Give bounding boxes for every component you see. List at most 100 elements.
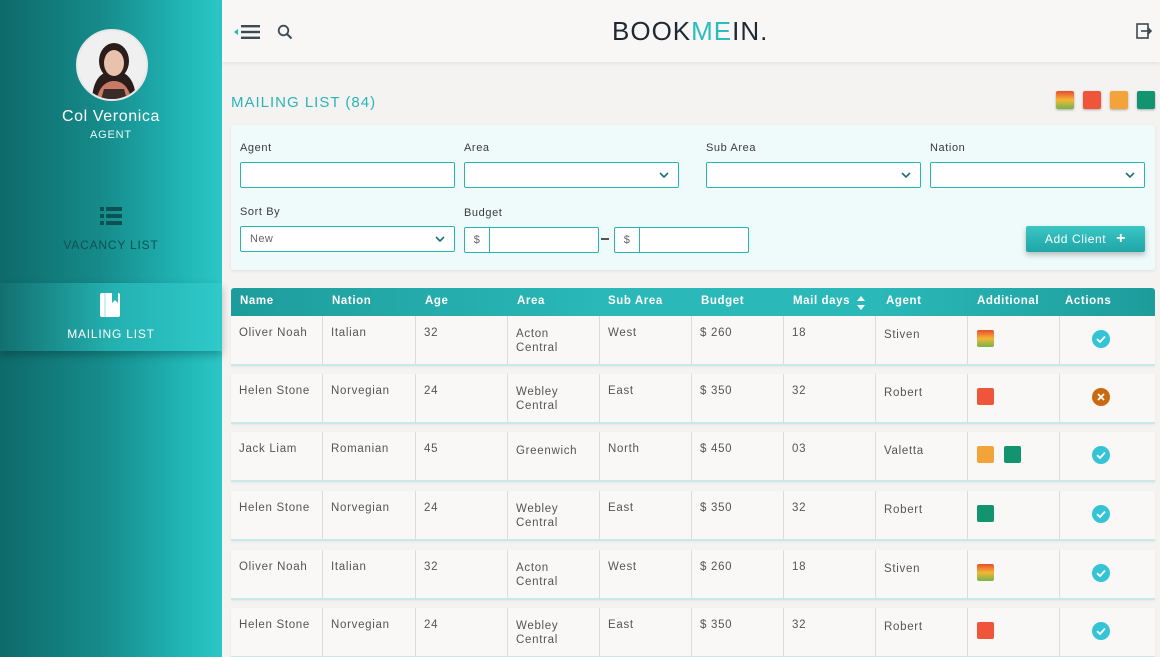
table-cell <box>784 432 876 480</box>
cell-name: Oliver Noah <box>239 561 308 573</box>
approve-check-icon[interactable] <box>1092 505 1110 523</box>
legend-orange-swatch[interactable] <box>1110 91 1128 109</box>
cell-subarea: North <box>608 443 640 455</box>
table-cell <box>692 550 784 598</box>
table-row[interactable]: Oliver Noah Italian 32 Acton Central West $ 26… <box>231 316 1155 366</box>
sidebar-item-vacancy-list[interactable]: VACANCY LIST <box>0 195 222 265</box>
table-cell <box>416 608 508 656</box>
approve-check-icon[interactable] <box>1092 622 1110 640</box>
table-cell <box>323 374 416 422</box>
table-row[interactable]: Oliver Noah Italian 32 Acton Central West $ 26… <box>231 550 1155 600</box>
cell-area-line2: Central <box>516 517 558 529</box>
list-icon <box>100 207 122 225</box>
currency-symbol: $ <box>465 228 490 252</box>
table-cell <box>416 316 508 364</box>
area-select[interactable] <box>464 162 679 188</box>
add-client-label: Add Client <box>1044 232 1107 246</box>
table-cell <box>692 374 784 422</box>
cell-age: 24 <box>424 385 439 397</box>
cell-budget: $ 260 <box>700 561 733 573</box>
column-header-agent[interactable]: Agent <box>886 295 922 307</box>
additional-gradient-swatch <box>977 330 994 347</box>
table-cell <box>784 550 876 598</box>
table-cell <box>784 608 876 656</box>
additional-red-swatch <box>977 622 994 639</box>
column-header-additional[interactable]: Additional <box>977 295 1039 307</box>
search-icon[interactable] <box>277 24 293 40</box>
sidebar-item-mailing-list[interactable]: MAILING LIST <box>0 283 222 351</box>
cell-nation: Italian <box>331 327 367 339</box>
app-logo: BOOKMEIN. <box>612 16 769 46</box>
agent-input[interactable] <box>240 162 455 188</box>
nation-select[interactable] <box>930 162 1145 188</box>
reject-cancel-icon[interactable] <box>1092 388 1110 406</box>
cell-subarea: East <box>608 502 634 514</box>
budget-label: Budget <box>464 207 503 219</box>
cell-budget: $ 260 <box>700 327 733 339</box>
table-cell <box>692 432 784 480</box>
cell-area-line2: Central <box>516 634 558 646</box>
column-header-maildays[interactable]: Mail days <box>793 295 850 307</box>
cell-maildays: 32 <box>792 619 807 631</box>
column-header-area[interactable]: Area <box>517 295 545 307</box>
user-name: Col Veronica <box>62 108 160 125</box>
menu-toggle-icon[interactable] <box>234 24 260 40</box>
chevron-down-icon <box>1125 172 1135 179</box>
cell-area-line1: Acton <box>516 562 549 574</box>
table-row[interactable]: Jack Liam Romanian 45 Greenwich North $ 450 03… <box>231 432 1155 482</box>
cell-nation: Romanian <box>331 443 390 455</box>
column-header-age[interactable]: Age <box>425 295 449 307</box>
legend-red-swatch[interactable] <box>1083 91 1101 109</box>
table-cell <box>231 550 323 598</box>
table-cell <box>323 432 416 480</box>
sortby-select[interactable]: New <box>240 226 455 252</box>
table-cell <box>784 316 876 364</box>
table-cell <box>692 608 784 656</box>
cell-agent: Stiven <box>884 329 921 341</box>
subarea-select[interactable] <box>706 162 921 188</box>
table-cell <box>323 316 416 364</box>
cell-maildays: 32 <box>792 385 807 397</box>
book-icon <box>100 293 120 317</box>
legend-gradient-swatch[interactable] <box>1056 91 1074 109</box>
budget-min-input[interactable]: $ <box>464 227 599 253</box>
cell-maildays: 18 <box>792 561 807 573</box>
table-cell <box>600 608 692 656</box>
table-cell <box>231 316 323 364</box>
cell-area: Acton Central <box>516 327 558 355</box>
cell-agent: Robert <box>884 387 923 399</box>
table-row[interactable]: Helen Stone Norvegian 24 Webley Central East $… <box>231 608 1155 657</box>
logout-icon[interactable] <box>1136 23 1152 39</box>
cell-budget: $ 350 <box>700 619 733 631</box>
sort-icon[interactable] <box>856 295 866 311</box>
cell-name: Jack Liam <box>239 443 298 455</box>
cell-name: Helen Stone <box>239 619 310 631</box>
add-client-button[interactable]: Add Client + <box>1026 226 1145 252</box>
table-cell <box>692 316 784 364</box>
chevron-down-icon <box>659 172 669 179</box>
nation-label: Nation <box>930 142 966 154</box>
cell-agent: Valetta <box>884 445 924 457</box>
table-cell <box>231 491 323 539</box>
table-row[interactable]: Helen Stone Norvegian 24 Webley Central East $… <box>231 374 1155 424</box>
cell-name: Helen Stone <box>239 502 310 514</box>
cell-area: Webley Central <box>516 385 558 413</box>
table-cell <box>231 432 323 480</box>
column-header-actions[interactable]: Actions <box>1065 295 1111 307</box>
additional-green-swatch <box>1004 446 1021 463</box>
budget-max-input[interactable]: $ <box>614 227 749 253</box>
approve-check-icon[interactable] <box>1092 446 1110 464</box>
sidebar-item-label: VACANCY LIST <box>63 238 159 252</box>
column-header-budget[interactable]: Budget <box>701 295 744 307</box>
cell-age: 24 <box>424 502 439 514</box>
approve-check-icon[interactable] <box>1092 564 1110 582</box>
user-avatar <box>76 29 148 101</box>
column-header-nation[interactable]: Nation <box>332 295 371 307</box>
cell-area-line2: Central <box>516 400 558 412</box>
column-header-name[interactable]: Name <box>240 295 274 307</box>
legend-green-swatch[interactable] <box>1137 91 1155 109</box>
column-header-subarea[interactable]: Sub Area <box>608 295 663 307</box>
approve-check-icon[interactable] <box>1092 330 1110 348</box>
table-row[interactable]: Helen Stone Norvegian 24 Webley Central East $… <box>231 491 1155 541</box>
table-cell <box>600 550 692 598</box>
